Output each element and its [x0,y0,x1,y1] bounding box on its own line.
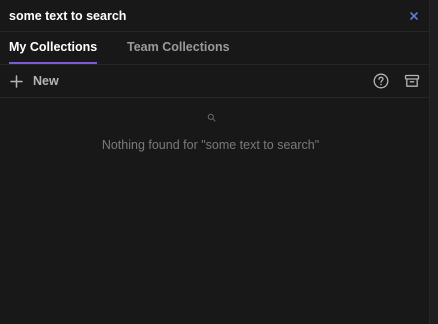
collections-panel: My Collections Team Collections New [0,0,438,324]
active-tab-indicator [9,62,98,64]
search-bar [0,0,429,32]
archive-button[interactable] [403,72,421,90]
tab-my-collections[interactable]: My Collections [9,32,98,64]
tab-label: Team Collections [127,40,230,54]
plus-icon [10,74,23,88]
tab-team-collections[interactable]: Team Collections [127,32,230,64]
search-input[interactable] [9,7,389,25]
empty-state: Nothing found for "some text to search" [0,98,429,324]
panel-divider [429,0,438,324]
empty-state-message: Nothing found for "some text to search" [101,138,320,152]
clear-search-button[interactable] [407,9,421,23]
collection-tabs: My Collections Team Collections [0,32,429,65]
help-circle-icon [373,73,389,89]
close-icon [410,12,418,20]
new-collection-button[interactable]: New [9,72,59,90]
search-icon [207,113,216,122]
archive-icon [404,74,420,87]
help-button[interactable] [372,72,390,90]
collections-toolbar: New [0,65,429,98]
tab-label: My Collections [9,40,98,54]
new-label: New [33,74,59,88]
